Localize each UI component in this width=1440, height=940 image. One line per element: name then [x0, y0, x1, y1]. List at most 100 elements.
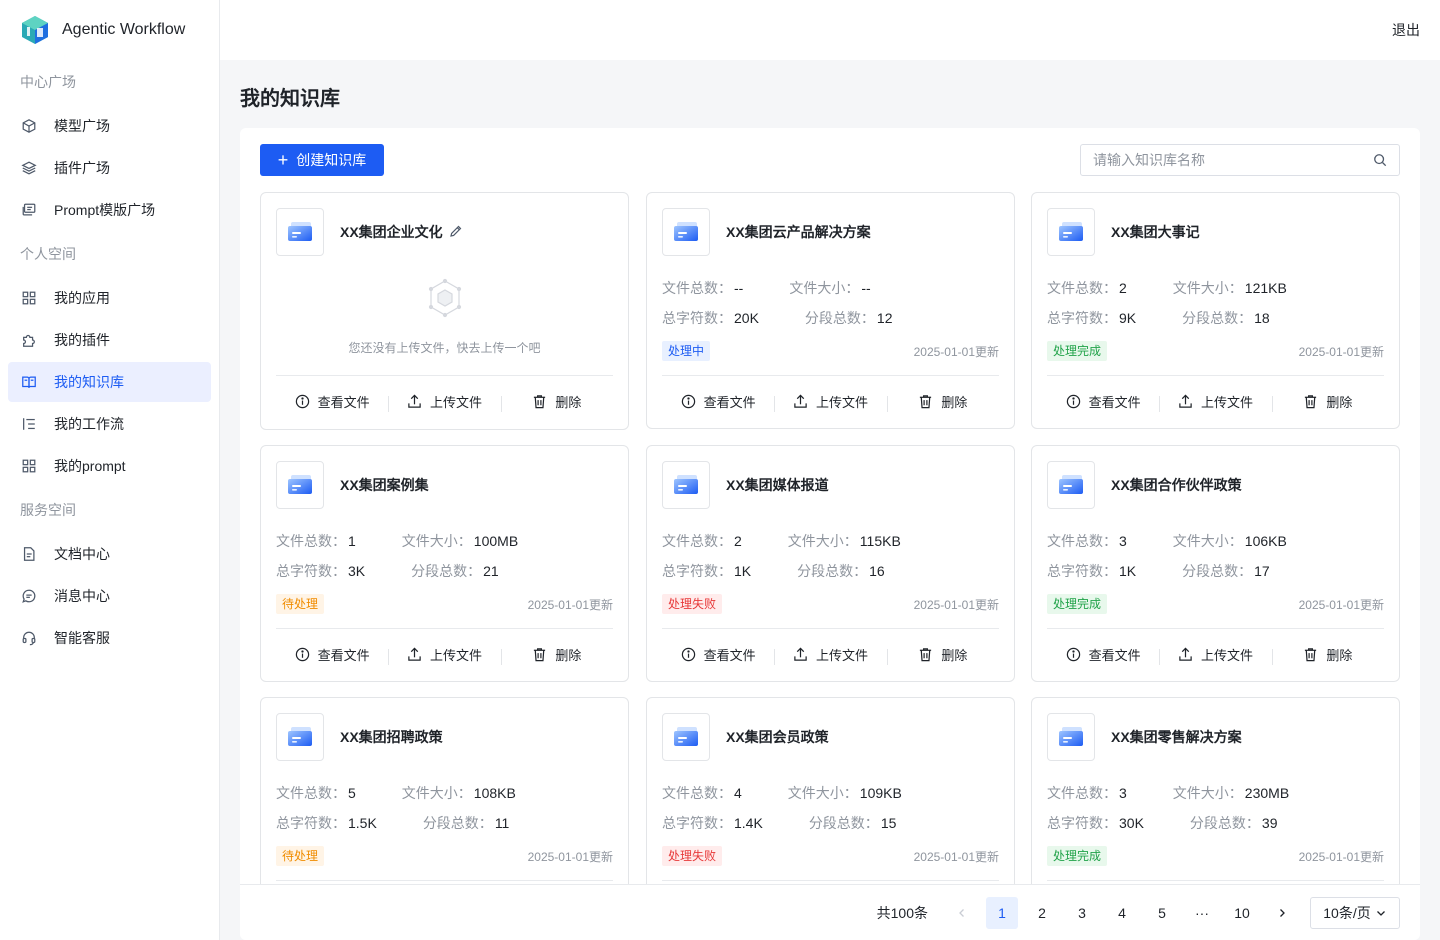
upload-icon — [408, 394, 421, 408]
delete-button[interactable]: 删除 — [886, 392, 999, 412]
card-logo — [1047, 713, 1095, 761]
action-label: 查看文件 — [317, 394, 370, 410]
stat-label: 总字符数： — [1047, 563, 1117, 579]
card-header: XX集团招聘政策 — [276, 713, 613, 761]
sidebar-item[interactable]: 我的工作流 — [8, 404, 211, 444]
knowledge-base-card[interactable]: XX集团企业文化 您还没有上传文件，快去上传一个吧 查看文件 上传文件 删除 — [260, 192, 629, 430]
stat-label: 总字符数： — [1047, 310, 1117, 326]
upload-files-button[interactable]: 上传文件 — [774, 392, 886, 412]
status-row: 处理中 2025-01-01更新 — [662, 341, 999, 361]
sidebar-item[interactable]: 智能客服 — [8, 618, 211, 658]
card-title[interactable]: XX集团大事记 — [1111, 222, 1200, 242]
search-input[interactable] — [1093, 152, 1373, 168]
nav-section-title: 个人空间 — [20, 246, 76, 262]
card-title[interactable]: XX集团案例集 — [340, 475, 429, 495]
sidebar-item[interactable]: 文档中心 — [8, 534, 211, 574]
stat-value: 2 — [734, 533, 742, 549]
logout-button[interactable]: 退出 — [1392, 20, 1420, 40]
card-title[interactable]: XX集团云产品解决方案 — [726, 222, 871, 242]
next-page-button[interactable] — [1266, 897, 1298, 929]
action-label: 查看文件 — [1088, 394, 1141, 410]
upload-files-button[interactable]: 上传文件 — [388, 392, 500, 412]
search-icon[interactable] — [1373, 153, 1387, 167]
stat-value: 1K — [1119, 563, 1137, 579]
view-files-button[interactable]: 查看文件 — [662, 392, 774, 411]
sidebar-item[interactable]: 消息中心 — [8, 576, 211, 616]
sidebar-item[interactable]: Prompt模版广场 — [8, 190, 211, 230]
sidebar-item-label: 我的应用 — [54, 290, 110, 306]
page-button[interactable]: 5 — [1146, 897, 1178, 929]
action-label: 查看文件 — [703, 647, 756, 663]
sidebar-item[interactable]: 我的插件 — [8, 320, 211, 360]
stat-label: 文件总数： — [1047, 280, 1117, 296]
view-files-button[interactable]: 查看文件 — [662, 645, 774, 664]
sidebar-item[interactable]: 我的应用 — [8, 278, 211, 318]
knowledge-base-card[interactable]: XX集团合作伙伴政策 文件总数： 3 文件大小： 106KB 总字符数： 1K 分段总数： 17… — [1031, 445, 1400, 682]
sidebar-item[interactable]: 模型广场 — [8, 106, 211, 146]
card-header: XX集团大事记 — [1047, 208, 1384, 256]
upload-files-button[interactable]: 上传文件 — [774, 645, 886, 665]
delete-button[interactable]: 删除 — [500, 392, 613, 412]
stat-value: 2 — [1119, 280, 1127, 296]
page-button[interactable]: 2 — [1026, 897, 1058, 929]
stat-value: 106KB — [1244, 533, 1287, 549]
card-divider — [276, 880, 613, 881]
page-button[interactable]: 1 — [986, 896, 1018, 929]
card-title[interactable]: XX集团合作伙伴政策 — [1111, 475, 1242, 495]
knowledge-base-logo-icon — [288, 475, 312, 494]
sidebar-item[interactable]: 我的prompt — [8, 446, 211, 486]
delete-button[interactable]: 删除 — [886, 645, 999, 665]
stat-value: 109KB — [859, 785, 902, 801]
stat-row: 总字符数： 30K 分段总数： 39 — [1047, 808, 1289, 838]
stat-label: 文件大小： — [787, 785, 858, 801]
card-title[interactable]: XX集团媒体报道 — [726, 475, 829, 495]
stat-char-count: 总字符数： 1K — [1047, 556, 1136, 586]
card-title[interactable]: XX集团招聘政策 — [340, 727, 443, 747]
stat-value: 12 — [876, 310, 893, 326]
create-knowledge-base-button[interactable]: + 创建知识库 — [260, 144, 384, 176]
stat-file-size: 文件大小： 230MB — [1173, 778, 1289, 808]
page-size-select[interactable]: 10条/页 — [1310, 896, 1400, 929]
view-files-button[interactable]: 查看文件 — [1047, 645, 1159, 664]
view-files-button[interactable]: 查看文件 — [276, 645, 388, 664]
document-icon — [20, 545, 38, 563]
stat-row: 文件总数： 4 文件大小： 109KB — [662, 778, 902, 808]
card-title[interactable]: XX集团零售解决方案 — [1111, 727, 1242, 747]
prev-page-button[interactable] — [946, 897, 978, 929]
delete-button[interactable]: 删除 — [1271, 645, 1384, 665]
card-divider — [1047, 628, 1384, 629]
sidebar-item[interactable]: 插件广场 — [8, 148, 211, 188]
brand[interactable]: Agentic Workflow — [0, 0, 219, 60]
page-button[interactable]: 3 — [1066, 897, 1098, 929]
page-button[interactable]: 10 — [1226, 897, 1258, 929]
info-icon — [295, 647, 309, 661]
view-files-button[interactable]: 查看文件 — [276, 392, 388, 411]
upload-files-button[interactable]: 上传文件 — [388, 645, 500, 665]
card-title[interactable]: XX集团会员政策 — [726, 727, 829, 747]
card-header: XX集团云产品解决方案 — [662, 208, 999, 256]
page-button[interactable]: 4 — [1106, 897, 1138, 929]
sidebar-item[interactable]: 我的知识库 — [8, 362, 211, 402]
edit-icon[interactable] — [443, 224, 463, 241]
stat-label: 文件总数： — [662, 533, 732, 549]
view-files-button[interactable]: 查看文件 — [1047, 392, 1159, 411]
trash-icon — [1305, 394, 1317, 408]
knowledge-base-card[interactable]: XX集团云产品解决方案 文件总数： -- 文件大小： -- 总字符数： 20K 分段总数： 12… — [646, 192, 1015, 429]
card-title[interactable]: XX集团企业文化 — [340, 222, 443, 242]
message-icon — [20, 587, 38, 605]
upload-files-button[interactable]: 上传文件 — [1159, 645, 1271, 665]
stat-file-count: 文件总数： 2 — [1047, 273, 1127, 303]
search-box[interactable] — [1080, 144, 1400, 176]
pagination-ellipsis: ··· — [1195, 904, 1209, 921]
page-list: 1 2 3 4 5 ··· 10 — [982, 896, 1262, 929]
stat-row: 总字符数： 1K 分段总数： 16 — [662, 556, 901, 586]
delete-button[interactable]: 删除 — [500, 645, 613, 665]
info-icon — [681, 647, 695, 661]
updated-date: 2025-01-01更新 — [913, 597, 999, 612]
knowledge-base-card[interactable]: XX集团媒体报道 文件总数： 2 文件大小： 115KB 总字符数： 1K 分段总数： 16 处理… — [646, 445, 1015, 682]
delete-button[interactable]: 删除 — [1271, 392, 1384, 412]
upload-files-button[interactable]: 上传文件 — [1159, 392, 1271, 412]
knowledge-base-card[interactable]: XX集团大事记 文件总数： 2 文件大小： 121KB 总字符数： 9K 分段总数： 18 处理完… — [1031, 192, 1400, 429]
info-icon — [681, 394, 695, 408]
knowledge-base-card[interactable]: XX集团案例集 文件总数： 1 文件大小： 100MB 总字符数： 3K 分段总数： 21 待处理… — [260, 445, 629, 682]
